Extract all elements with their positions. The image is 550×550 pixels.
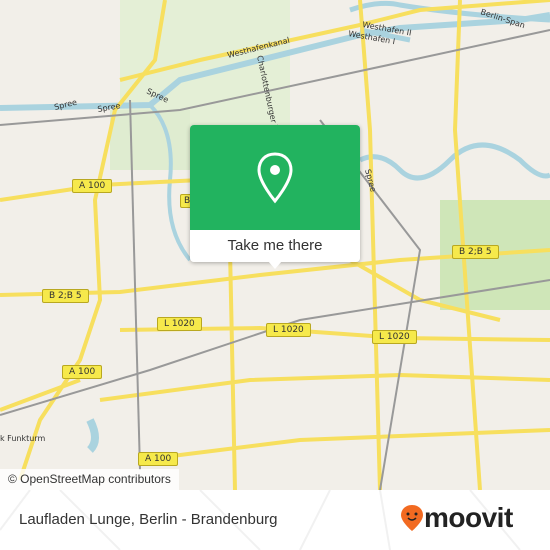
map-attribution[interactable]: © OpenStreetMap contributors — [0, 469, 179, 490]
road-shield-a100: A 100 — [138, 452, 179, 466]
label-spree: Spree — [363, 168, 378, 193]
moovit-logo-text: moovit — [424, 502, 513, 533]
label-spree: Spree — [53, 98, 78, 112]
popup-pointer — [268, 261, 282, 269]
moovit-logo[interactable]: moovit — [400, 502, 513, 534]
road-shield-b2b5: B 2;B 5 — [42, 289, 89, 303]
map-pin-icon — [257, 152, 293, 204]
road-shield-a100: A 100 — [62, 365, 103, 379]
moovit-pin-icon — [401, 505, 423, 531]
footer: Laufladen Lunge, Berlin - Brandenburg mo… — [0, 490, 550, 550]
road-shield-l1020: L 1020 — [157, 317, 202, 331]
road-shield-b2b5: B 2;B 5 — [452, 245, 499, 259]
road-shield-l1020: L 1020 — [266, 323, 311, 337]
place-name: Laufladen Lunge, Berlin - Brandenburg — [19, 511, 278, 528]
take-me-there-button[interactable]: Take me there — [190, 230, 360, 262]
popup-header — [190, 125, 360, 230]
location-popup: Take me there — [190, 125, 360, 262]
label-berlin-spandau: Berlin-Span — [479, 7, 526, 30]
label-funkturm: k Funkturm — [0, 434, 45, 443]
road-shield-a100: A 100 — [72, 179, 113, 193]
road-shield-l1020: L 1020 — [372, 330, 417, 344]
